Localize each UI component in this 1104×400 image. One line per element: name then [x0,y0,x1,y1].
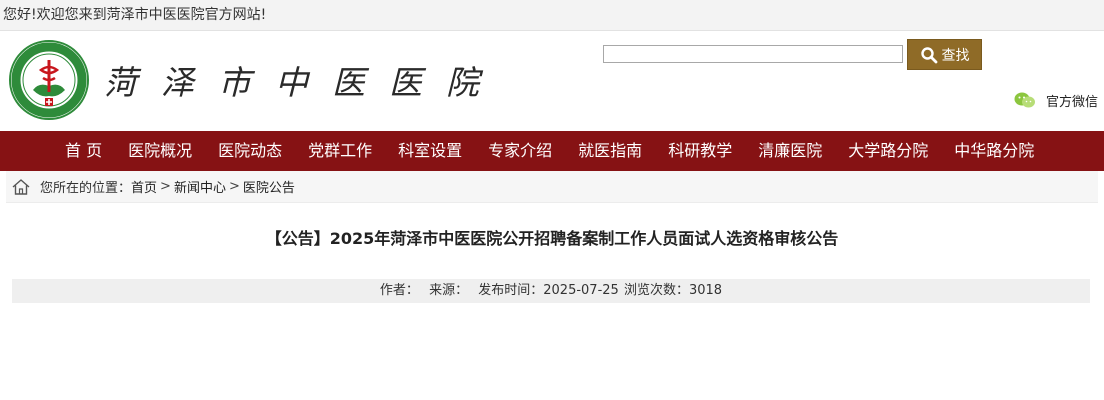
meta-views-value: 3018 [688,283,723,298]
meta-date-value: 2025-07-25 [543,283,619,298]
main-nav: 首 页 医院概况 医院动态 党群工作 科室设置 专家介绍 就医指南 科研教学 清… [0,131,1104,171]
nav-item-zhonghua-branch[interactable]: 中华路分院 [941,131,1047,171]
meta-date: 发布时间：2025-07-25 [478,283,619,298]
nav-item-guide[interactable]: 就医指南 [565,131,655,171]
home-icon [12,178,30,195]
top-bar: 您好!欢迎您来到菏泽市中医医院官方网站! [0,0,1104,31]
breadcrumb-notice-link[interactable]: 医院公告 [243,177,295,196]
breadcrumb-separator: > [160,179,171,194]
meta-date-label: 发布时间： [478,283,544,298]
search-button[interactable]: 查找 [907,39,982,70]
breadcrumb-home-link[interactable]: 首页 [131,177,157,196]
meta-source-label: 来源： [429,283,469,298]
header: 菏泽市中医医院 查找 官方微信 [0,31,1104,131]
search-button-label: 查找 [941,46,970,63]
nav-item-experts[interactable]: 专家介绍 [475,131,565,171]
nav-item-party[interactable]: 党群工作 [295,131,385,171]
wechat-icon [1014,92,1035,108]
breadcrumb-separator: > [228,179,240,194]
meta-author-label: 作者： [379,283,419,298]
search-input[interactable] [603,45,903,63]
meta-views: 浏览次数：3018 [624,283,722,298]
nav-item-integrity[interactable]: 清廉医院 [745,131,835,171]
nav-item-daxue-branch[interactable]: 大学路分院 [835,131,941,171]
nav-item-news[interactable]: 医院动态 [205,131,295,171]
nav-item-research[interactable]: 科研教学 [655,131,745,171]
wechat-link[interactable]: 官方微信 [1014,89,1098,111]
nav-item-departments[interactable]: 科室设置 [385,131,475,171]
breadcrumb-prefix: 您所在的位置： [40,181,132,196]
nav-item-home[interactable]: 首 页 [52,131,115,171]
site-name: 菏泽市中医医院 [104,63,503,102]
article-meta: 作者： 来源： 发布时间：2025-07-25 浏览次数：3018 [12,279,1090,303]
welcome-text: 您好!欢迎您来到菏泽市中医医院官方网站! [3,7,267,23]
article-title: 【公告】2025年菏泽市中医医院公开招聘备案制工作人员面试人选资格审核公告 [265,229,839,248]
meta-views-label: 浏览次数： [623,283,689,298]
nav-item-overview[interactable]: 医院概况 [115,131,205,171]
breadcrumb-news-link[interactable]: 新闻中心 [174,177,226,196]
magnifier-icon [920,46,937,63]
wechat-label: 官方微信 [1046,94,1099,110]
breadcrumb: 您所在的位置： 首页 > 新闻中心 > 医院公告 [6,171,1098,203]
hospital-logo[interactable] [9,40,89,120]
